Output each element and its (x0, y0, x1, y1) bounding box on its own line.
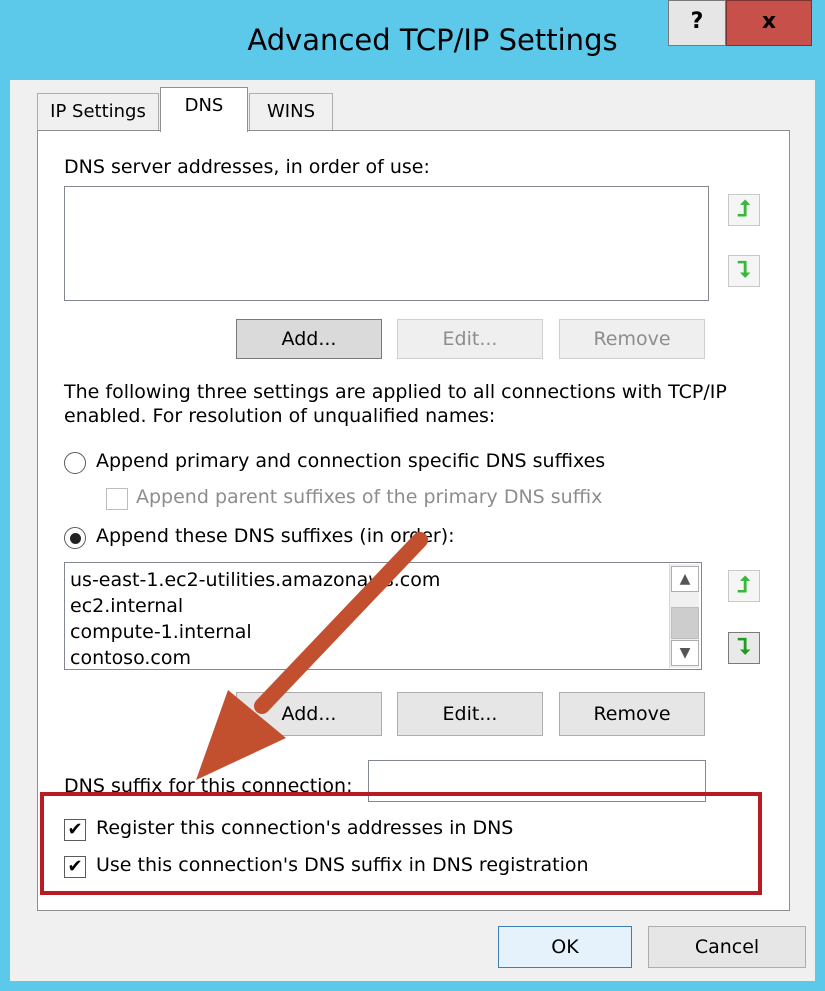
append-these-radio[interactable] (64, 527, 86, 549)
dns-server-move-down-button[interactable]: ⮧ (728, 255, 760, 287)
dns-servers-label: DNS server addresses, in order of use: (64, 156, 430, 178)
tab-dns[interactable]: DNS (160, 87, 248, 132)
close-button[interactable]: x (726, 0, 812, 46)
list-item[interactable]: ec2.internal (70, 593, 183, 619)
append-primary-radio[interactable] (64, 452, 86, 474)
suffix-add-button[interactable]: Add... (236, 692, 382, 736)
suffix-move-down-button[interactable]: ⮧ (728, 632, 760, 664)
scroll-down-icon[interactable]: ▼ (671, 640, 699, 666)
list-item[interactable]: us-east-1.ec2-utilities.amazonaws.com (70, 567, 440, 593)
highlight-box (40, 792, 762, 895)
settings-info-line-2: enabled. For resolution of unqualified n… (64, 405, 496, 427)
help-button[interactable]: ? (668, 0, 726, 46)
down-arrow-icon: ⮧ (737, 258, 751, 283)
down-arrow-icon: ⮧ (737, 635, 751, 660)
append-primary-label: Append primary and connection specific D… (96, 450, 606, 472)
dns-server-remove-button[interactable]: Remove (559, 319, 705, 359)
suffix-remove-button[interactable]: Remove (559, 692, 705, 736)
dns-servers-list[interactable] (64, 186, 709, 301)
tab-wins[interactable]: WINS (249, 93, 333, 131)
dns-server-edit-button[interactable]: Edit... (397, 319, 543, 359)
suffix-move-up-button[interactable]: ⮥ (728, 570, 760, 602)
cancel-button[interactable]: Cancel (648, 926, 806, 968)
append-these-label: Append these DNS suffixes (in order): (96, 525, 455, 547)
list-item[interactable]: contoso.com (70, 645, 191, 671)
up-arrow-icon: ⮥ (737, 197, 751, 222)
list-item[interactable]: compute-1.internal (70, 619, 252, 645)
scroll-up-icon[interactable]: ▲ (671, 566, 699, 592)
scrollbar-thumb[interactable] (671, 607, 699, 639)
settings-info-line-1: The following three settings are applied… (64, 381, 727, 403)
radio-selected-dot (70, 533, 81, 544)
up-arrow-icon: ⮥ (737, 573, 751, 598)
tab-ip-settings[interactable]: IP Settings (37, 93, 159, 131)
dns-server-move-up-button[interactable]: ⮥ (728, 194, 760, 226)
append-parent-label: Append parent suffixes of the primary DN… (136, 486, 603, 508)
ok-button[interactable]: OK (498, 926, 632, 968)
dns-server-add-button[interactable]: Add... (236, 319, 382, 359)
suffix-edit-button[interactable]: Edit... (397, 692, 543, 736)
append-parent-checkbox[interactable] (106, 488, 128, 510)
